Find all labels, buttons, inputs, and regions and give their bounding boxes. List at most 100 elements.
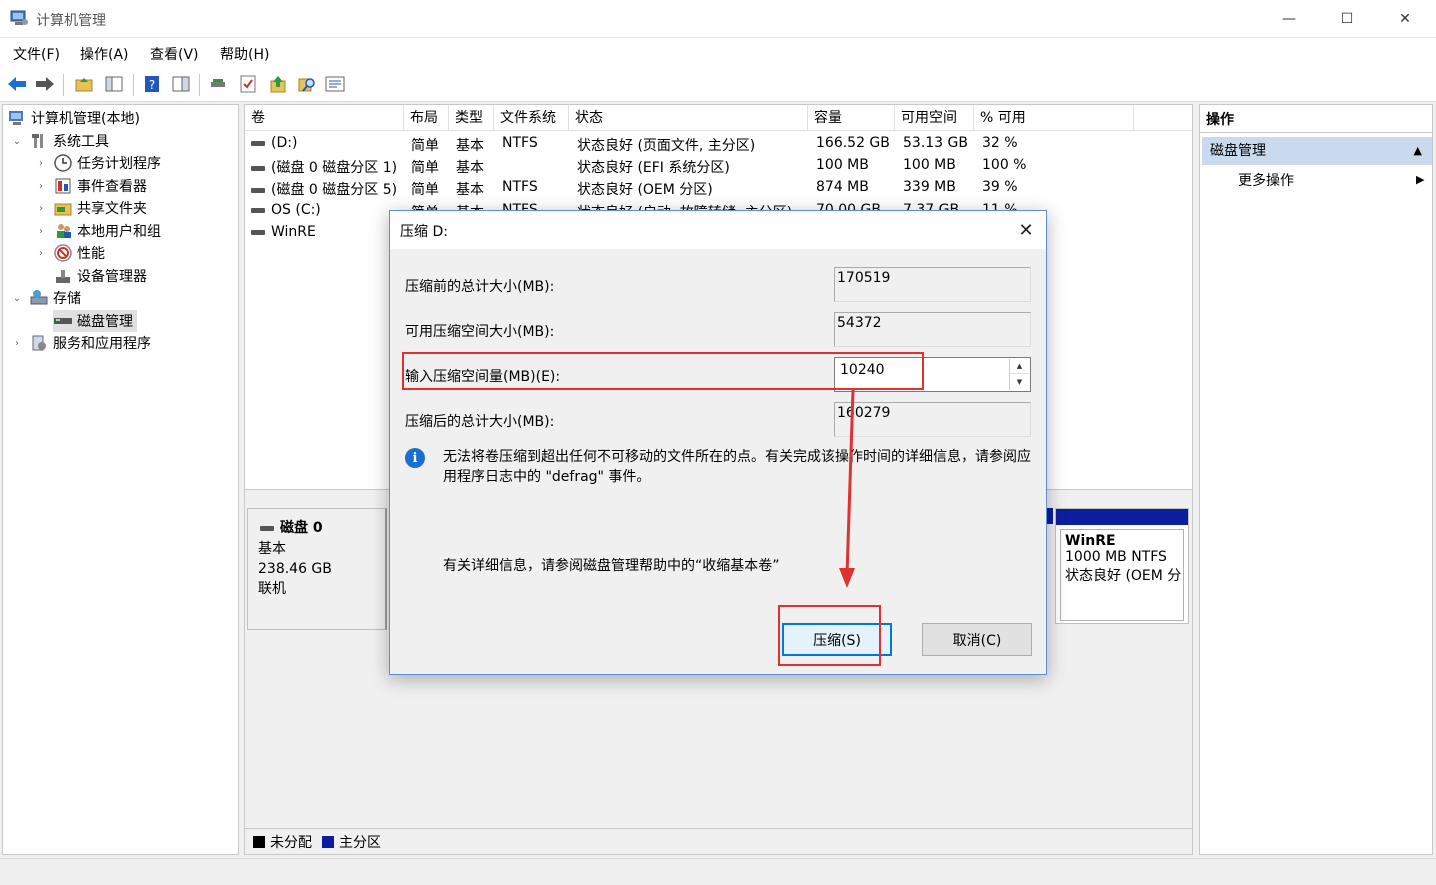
tree-label: 共享文件夹: [77, 201, 147, 217]
disk-size: 238.46 GB: [258, 561, 332, 577]
table-row[interactable]: (磁盘 0 磁盘分区 1) 简单 基本 状态良好 (EFI 系统分区) 100 …: [245, 155, 1192, 177]
cell-status: 状态良好 (OEM 分区): [577, 182, 713, 198]
drive-icon: [251, 207, 265, 213]
tree-label: 设备管理器: [77, 269, 147, 285]
search-icon[interactable]: [297, 74, 317, 94]
drive-icon: [251, 187, 265, 193]
tree-item-event-viewer[interactable]: › 事件查看器: [35, 175, 147, 197]
clock-icon: [53, 154, 73, 172]
column-header-filesystem[interactable]: 文件系统: [494, 105, 569, 131]
services-icon: [29, 334, 49, 352]
actions-panel: 操作 磁盘管理 ▲ 更多操作 ▶: [1199, 104, 1433, 855]
more-actions[interactable]: 更多操作: [1238, 169, 1294, 193]
menu-help[interactable]: 帮助(H): [220, 44, 269, 64]
tree-item-device-manager[interactable]: 设备管理器: [53, 265, 147, 287]
tree-label: 系统工具: [53, 134, 109, 150]
back-icon[interactable]: [7, 74, 27, 94]
tree-item-storage[interactable]: ⌄ 存储: [11, 287, 81, 309]
spin-down-icon[interactable]: ▼: [1010, 374, 1029, 389]
maximize-icon: ☐: [1340, 11, 1354, 27]
minimize-button[interactable]: —: [1260, 0, 1318, 38]
winre-partition[interactable]: WinRE 1000 MB NTFS 状态良好 (OEM 分: [1055, 508, 1189, 624]
column-header-status[interactable]: 状态: [569, 105, 808, 131]
chevron-down-icon[interactable]: ⌄: [11, 136, 23, 147]
tree-item-disk-management[interactable]: 磁盘管理: [53, 310, 137, 332]
total-after-label: 压缩后的总计大小(MB):: [405, 414, 555, 430]
chevron-right-icon[interactable]: ›: [35, 181, 47, 192]
close-icon: ✕: [1399, 11, 1411, 27]
info-text: 无法将卷压缩到超出任何不可移动的文件所在的点。有关完成该操作时间的详细信息，请参…: [443, 449, 1031, 485]
cell-volume: (磁盘 0 磁盘分区 1): [271, 160, 398, 176]
tree-item-system-tools[interactable]: ⌄ 系统工具: [11, 130, 109, 152]
column-header-type[interactable]: 类型: [449, 105, 494, 131]
table-row[interactable]: (D:) 简单 基本 NTFS 状态良好 (页面文件, 主分区) 166.52 …: [245, 133, 1192, 155]
tree-label: 本地用户和组: [77, 224, 161, 240]
actions-section-disk-management[interactable]: 磁盘管理 ▲: [1202, 137, 1432, 165]
tree-item-services-apps[interactable]: › 服务和应用程序: [11, 332, 151, 354]
tree-item-shared-folders[interactable]: › 共享文件夹: [35, 197, 147, 219]
chevron-right-icon[interactable]: ›: [35, 248, 47, 259]
close-icon: ✕: [1018, 219, 1034, 241]
column-header-volume[interactable]: 卷: [245, 105, 404, 131]
menu-view[interactable]: 查看(V): [150, 44, 199, 64]
drive-icon: [251, 165, 265, 171]
chevron-right-icon[interactable]: ›: [35, 203, 47, 214]
help-icon[interactable]: ?: [142, 74, 162, 94]
annotation-arrow-icon: [839, 389, 855, 588]
toolbar-separator: [133, 74, 134, 96]
column-header-percent-free[interactable]: % 可用: [974, 105, 1134, 131]
column-header-layout[interactable]: 布局: [404, 105, 449, 131]
cancel-button[interactable]: 取消(C): [922, 623, 1032, 656]
help-text: 有关详细信息，请参阅磁盘管理帮助中的“收缩基本卷”: [443, 558, 780, 574]
legend-unallocated: 未分配: [270, 834, 312, 851]
chevron-right-icon[interactable]: ›: [11, 338, 23, 349]
actions-title: 操作: [1200, 105, 1432, 133]
tree-label: 性能: [77, 246, 105, 262]
disk-0-label[interactable]: 磁盘 0 基本 238.46 GB 联机: [247, 508, 387, 630]
menu-action[interactable]: 操作(A): [80, 44, 129, 64]
close-button[interactable]: ✕: [1376, 0, 1434, 38]
tree-label: 存储: [53, 291, 81, 307]
disk-name: 磁盘 0: [280, 520, 323, 536]
chevron-down-icon[interactable]: ⌄: [11, 293, 23, 304]
chevron-right-icon[interactable]: ›: [35, 226, 47, 237]
check-icon[interactable]: [238, 74, 258, 94]
up-folder-icon[interactable]: [74, 74, 94, 94]
table-row[interactable]: (磁盘 0 磁盘分区 5) 简单 基本 NTFS 状态良好 (OEM 分区) 8…: [245, 177, 1192, 199]
partition-size: 1000 MB NTFS: [1065, 549, 1167, 565]
tree-item-local-users[interactable]: › 本地用户和组: [35, 220, 161, 242]
primary-swatch: [322, 835, 334, 848]
chevron-right-icon[interactable]: ›: [35, 158, 47, 169]
tree-item-performance[interactable]: › 性能: [35, 242, 105, 264]
winre-partition-info: WinRE 1000 MB NTFS 状态良好 (OEM 分: [1060, 529, 1184, 621]
cell-layout: 简单: [411, 160, 439, 176]
chevron-right-icon[interactable]: ▶: [1416, 173, 1424, 186]
console-icon[interactable]: [171, 74, 191, 94]
collapse-up-icon[interactable]: ▲: [1414, 137, 1422, 165]
forward-icon[interactable]: [35, 74, 55, 94]
disk-status: 联机: [258, 581, 286, 597]
cell-filesystem: NTFS: [502, 135, 538, 151]
dialog-close-button[interactable]: ✕: [1008, 211, 1044, 249]
tree-item-root[interactable]: 计算机管理(本地): [7, 107, 140, 129]
menu-file[interactable]: 文件(F): [13, 44, 60, 64]
title-bar: 计算机管理 — ☐ ✕: [0, 0, 1436, 38]
shared-folder-icon: [53, 199, 73, 217]
section-label: 磁盘管理: [1210, 143, 1266, 159]
computer-management-icon: [7, 109, 27, 127]
legend: 未分配 主分区: [245, 828, 1192, 854]
properties-icon[interactable]: [325, 74, 345, 94]
column-header-free[interactable]: 可用空间: [895, 105, 974, 131]
total-before-label: 压缩前的总计大小(MB):: [405, 279, 555, 295]
connect-icon[interactable]: [208, 74, 228, 94]
column-header-capacity[interactable]: 容量: [808, 105, 895, 131]
tree-item-task-scheduler[interactable]: › 任务计划程序: [35, 152, 161, 174]
maximize-button[interactable]: ☐: [1318, 0, 1376, 38]
toolbar-separator: [199, 74, 200, 96]
cell-percent: 100 %: [982, 157, 1027, 173]
available-value: 54372: [834, 312, 1031, 347]
export-icon[interactable]: [268, 74, 288, 94]
spin-up-icon[interactable]: ▲: [1010, 359, 1029, 374]
show-hide-tree-icon[interactable]: [104, 74, 124, 94]
cell-capacity: 166.52 GB: [816, 135, 890, 151]
